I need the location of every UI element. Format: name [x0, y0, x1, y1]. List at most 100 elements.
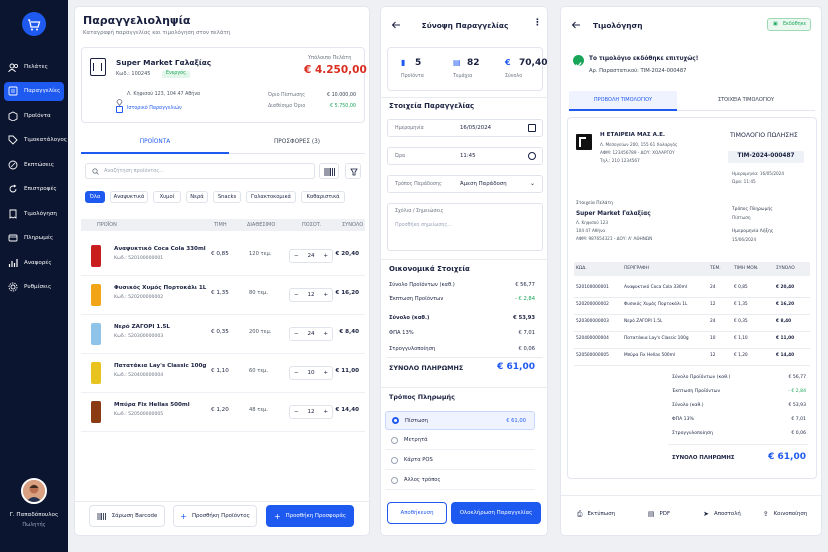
barcode-scan-icon[interactable] — [319, 163, 339, 179]
more-options-icon[interactable]: ⋮ — [533, 19, 542, 28]
available-limit-label: Διαθέσιμο Όριο — [268, 104, 306, 109]
radio-button[interactable] — [391, 456, 398, 464]
category-chip[interactable]: Όλα — [85, 191, 105, 203]
sidebar-item-2[interactable]: Προϊόντα — [4, 106, 64, 125]
order-history-link[interactable]: Ιστορικό Παραγγελιών — [127, 106, 182, 112]
category-chip[interactable]: Χυμοί — [153, 191, 181, 203]
invoice-document: Η ΕΤΑΙΡΕΙΑ ΜΑΣ Α.Ε. Λ. Μεσογείων 200, 15… — [567, 117, 817, 479]
sidebar-item-5[interactable]: Επιστροφές — [4, 180, 64, 199]
action-0-button[interactable]: ⎙ Εκτύπωση — [567, 503, 625, 525]
payment-option[interactable]: Άλλος τρόπος — [385, 471, 535, 490]
minus-button[interactable]: − — [294, 331, 299, 337]
quantity-stepper[interactable]: − 12 + — [289, 288, 333, 302]
radio-button[interactable] — [392, 417, 399, 424]
total-label: ΣΥΝΟΛΟ ΠΛΗΡΩΜΗΣ — [389, 364, 464, 372]
date-field[interactable]: Ημερομηνία 16/05/2024 — [387, 119, 543, 137]
plus-button[interactable]: + — [323, 331, 328, 337]
stat-label: Προϊόντα — [401, 74, 424, 79]
sidebar-item-1[interactable]: Παραγγελίες — [4, 81, 64, 101]
inv-col: ΤΙΜΗ ΜΟΝ. — [734, 266, 759, 271]
save-button[interactable]: Αποθήκευση — [387, 502, 447, 524]
customer-card[interactable]: Super Market Γαλαξίας Κωδ.: 100245 Ενεργ… — [81, 47, 367, 123]
inv-col: ΣΥΝΟΛΟ — [776, 266, 795, 271]
plus-button[interactable]: + — [323, 409, 328, 415]
minus-button[interactable]: − — [294, 409, 299, 415]
payment-option[interactable]: Πίστωση € 61,00 — [385, 411, 535, 430]
action-3-button[interactable]: ⇪ Κοινοποίηση — [756, 503, 814, 525]
gear-icon — [8, 282, 18, 292]
product-search-input[interactable]: Αναζήτηση προϊόντος... — [85, 163, 315, 179]
search-icon — [92, 168, 99, 175]
plus-button[interactable]: + — [323, 370, 328, 376]
fin-value: € 0,06 — [518, 346, 536, 352]
balance-label: Υπόλοιπο Πελάτη — [308, 55, 352, 61]
payment-title: Τρόπος Πληρωμής — [389, 393, 455, 401]
sidebar-item-label: Ρυθμίσεις — [24, 284, 52, 290]
product-image — [91, 284, 101, 306]
credit-limit-value: € 10.000,00 — [327, 93, 356, 98]
product-stock: 80 τεμ. — [249, 290, 269, 296]
radio-button[interactable] — [391, 476, 398, 484]
category-chip[interactable]: Αναψυκτικά — [110, 191, 148, 203]
complete-order-button[interactable]: Ολοκλήρωση Παραγγελίας — [451, 502, 541, 524]
user-avatar[interactable] — [21, 478, 47, 504]
quantity-stepper[interactable]: − 10 + — [289, 366, 333, 380]
radio-button[interactable] — [391, 436, 398, 444]
inv-cell: 12 — [710, 353, 716, 358]
inv-total-row-value: € 53,93 — [788, 403, 806, 408]
tab-invoice-details[interactable]: ΣΤΟΙΧΕΙΑ ΤΙΜΟΛΟΓΙΟΥ — [677, 91, 815, 111]
product-row[interactable]: Μπύρα Fix Hellas 500ml Κωδ.: 520500000005… — [81, 393, 365, 432]
quantity-stepper[interactable]: − 24 + — [289, 249, 333, 263]
sidebar-item-4[interactable]: Εκπτώσεις — [4, 155, 64, 174]
search-placeholder: Αναζήτηση προϊόντος... — [104, 168, 165, 174]
invoice-panel: Τιμολόγηση ▣ Εκδόθηκε Το τιμολόγιο εκδόθ… — [560, 6, 823, 536]
category-chip[interactable]: Καθαριστικά — [301, 191, 345, 203]
plus-button[interactable]: + — [323, 253, 328, 259]
inv-cell: € 0,35 — [734, 319, 748, 324]
product-row[interactable]: Πατατάκια Lay's Classic 100g Κωδ.: 520400… — [81, 354, 365, 393]
delivery-select[interactable]: Τρόπος Παράδοσης Άμεση Παράδοση ⌄ — [387, 175, 543, 193]
sidebar-item-9[interactable]: Ρυθμίσεις — [4, 278, 64, 297]
category-chip[interactable]: Snacks — [213, 191, 241, 203]
product-row[interactable]: Αναψυκτικό Coca Cola 330ml Κωδ.: 52010000… — [81, 237, 365, 276]
notes-textarea[interactable]: Σχόλια / Σημειώσεις Προσθήκη σημείωσης..… — [387, 203, 543, 251]
sidebar-item-7[interactable]: Πληρωμές — [4, 229, 64, 248]
sidebar-item-8[interactable]: Αναφορές — [4, 253, 64, 272]
product-stock: 48 τεμ. — [249, 407, 269, 413]
action-1-button[interactable]: ▤ PDF — [630, 503, 688, 525]
sidebar-item-0[interactable]: Πελάτες — [4, 57, 64, 76]
payment-option[interactable]: Κάρτα POS — [385, 451, 535, 470]
customer-address: Λ. Κηφισού 123, 104 47 Αθήνα — [127, 92, 201, 97]
plus-button[interactable]: + — [323, 292, 328, 298]
filter-icon[interactable] — [345, 163, 361, 179]
time-field[interactable]: Ώρα 11:45 — [387, 147, 543, 165]
category-chip[interactable]: Γαλακτοκομικά — [246, 191, 296, 203]
category-chip[interactable]: Νερά — [186, 191, 208, 203]
add-offer-button[interactable]: + Προσθήκη Προσφοράς — [266, 505, 354, 527]
payment-option[interactable]: Μετρητά — [385, 431, 535, 450]
minus-button[interactable]: − — [294, 253, 299, 259]
product-row[interactable]: Φυσικός Χυμός Πορτοκάλι 1L Κωδ.: 52020000… — [81, 276, 365, 315]
quantity-stepper[interactable]: − 12 + — [289, 405, 333, 419]
quantity-stepper[interactable]: − 24 + — [289, 327, 333, 341]
sidebar-item-3[interactable]: Τιμοκατάλογος — [4, 131, 67, 150]
tab-invoice-preview[interactable]: ΠΡΟΒΟΛΗ ΤΙΜΟΛΟΓΙΟΥ — [569, 91, 677, 111]
minus-button[interactable]: − — [294, 292, 299, 298]
fin-value: - € 2,84 — [514, 296, 535, 302]
back-arrow-icon[interactable] — [571, 21, 581, 29]
product-name: Φυσικός Χυμός Πορτοκάλι 1L — [114, 285, 207, 291]
tab-offers[interactable]: ΠΡΟΣΦΟΡΕΣ (3) — [229, 134, 365, 154]
minus-button[interactable]: − — [294, 370, 299, 376]
cust-vat: ΑΦΜ: 987654321 - ΔΟΥ: Α' ΑΘΗΝΩΝ — [576, 236, 653, 241]
stat-label: Σύνολο — [505, 74, 523, 79]
credit-limit-label: Όριο Πίστωσης — [268, 93, 306, 98]
add-product-button[interactable]: + Προσθήκη Προϊόντος — [173, 505, 257, 527]
scan-barcode-button[interactable]: Σάρωση Barcode — [89, 505, 165, 527]
stat-value: 5 — [415, 58, 422, 68]
sidebar-item-6[interactable]: Τιμολόγηση — [4, 204, 64, 223]
cart-logo-icon — [22, 12, 46, 36]
tab-products[interactable]: ΠΡΟΪΟΝΤΑ — [81, 134, 229, 154]
product-row[interactable]: Νερό ΖΑΓΟΡΙ 1.5L Κωδ.: 520300000003 € 0,35… — [81, 315, 365, 354]
action-2-button[interactable]: ➤ Αποστολή — [693, 503, 751, 525]
inv-cell: Μπύρα Fix Hellas 500ml — [624, 353, 676, 358]
